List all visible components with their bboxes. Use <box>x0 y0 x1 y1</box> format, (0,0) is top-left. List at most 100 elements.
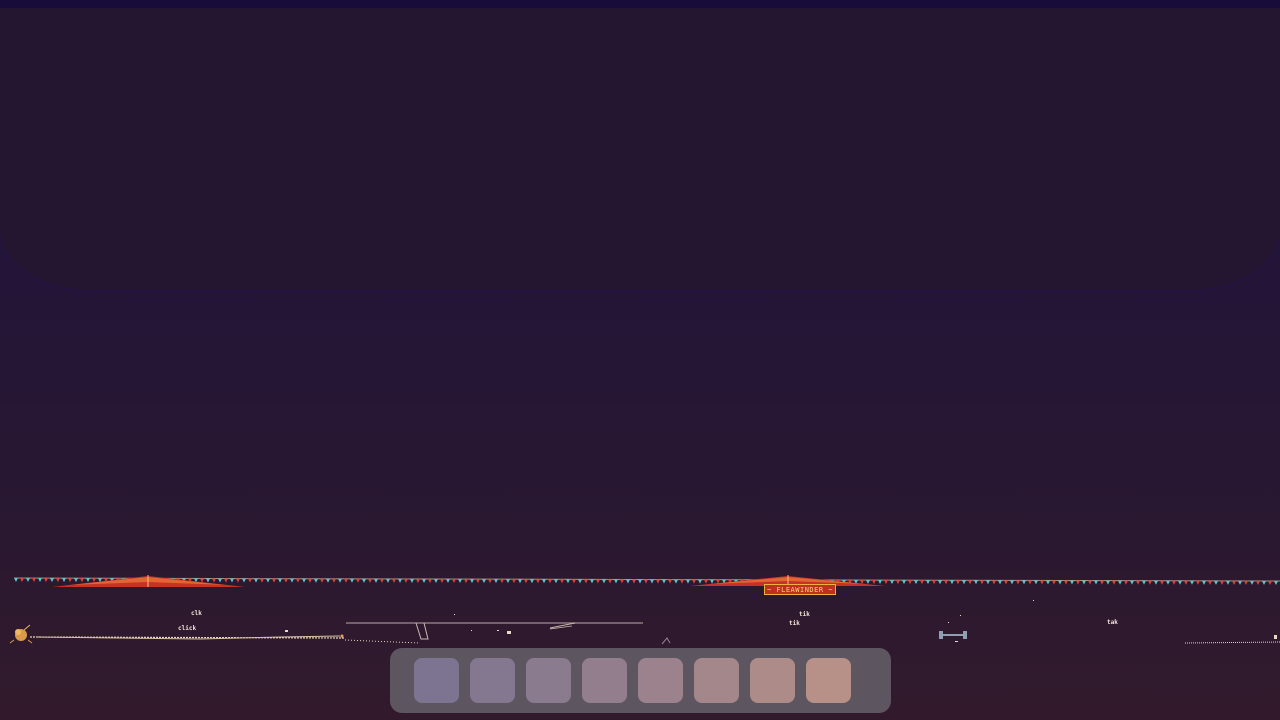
bunting-flag <box>1220 580 1224 585</box>
bunting-flag <box>548 579 552 584</box>
bunting-flag <box>1214 580 1218 585</box>
bunting-flag <box>302 578 306 583</box>
bunting-flag <box>1232 580 1236 585</box>
bunting-flag <box>644 579 648 584</box>
bunting-flag <box>1076 580 1080 585</box>
bunting-flag <box>200 578 204 583</box>
bunting-flag <box>1142 580 1146 585</box>
bunting-flag <box>1202 580 1206 585</box>
bunting-flag <box>608 579 612 584</box>
bunting-flag <box>506 579 510 584</box>
hotbar-slot-2[interactable] <box>470 658 515 703</box>
bunting-flag <box>20 578 24 583</box>
bunting-flag <box>1118 580 1122 585</box>
sound-effect-click: click <box>178 625 197 632</box>
bunting-flag <box>1274 580 1278 585</box>
sound-effect-tik: tik <box>799 611 810 618</box>
bunting-flag <box>1028 580 1032 585</box>
hotbar-slot-4[interactable] <box>582 658 627 703</box>
bunting-flag <box>446 579 450 584</box>
bunting-flag <box>410 578 414 583</box>
bunting-flag <box>398 578 402 583</box>
bunting-flag <box>464 579 468 584</box>
bunting-flag <box>920 580 924 585</box>
bunting-flag <box>242 578 246 583</box>
bunting-flag <box>1100 580 1104 585</box>
sound-effect-tak: tak <box>1107 619 1118 626</box>
bunting-flag <box>356 578 360 583</box>
bunting-flag <box>896 580 900 585</box>
bunting-flag <box>1148 580 1152 585</box>
bunting-flag <box>1238 580 1242 585</box>
bunting-flag <box>1112 580 1116 585</box>
dumbbell <box>939 631 967 639</box>
bunting-flag <box>962 580 966 585</box>
bunting-flag <box>92 578 96 583</box>
bunting-flag <box>206 578 210 583</box>
bunting-flag <box>44 578 48 583</box>
bunting-flag <box>950 580 954 585</box>
bunting-flag <box>1196 580 1200 585</box>
bunting-flag <box>308 578 312 583</box>
bunting-flag <box>692 579 696 584</box>
bunting-flag <box>566 579 570 584</box>
bunting-flag <box>1052 580 1056 585</box>
bunting-flag <box>530 579 534 584</box>
bunting-flag <box>1166 580 1170 585</box>
bunting-flag <box>344 578 348 583</box>
hotbar-slot-8[interactable] <box>806 658 851 703</box>
bunting-flag <box>260 578 264 583</box>
hotbar-slot-3[interactable] <box>526 658 571 703</box>
bunting-flag <box>32 578 36 583</box>
bunting-flag <box>488 579 492 584</box>
bunting-flag <box>380 578 384 583</box>
bunting-flag <box>1184 580 1188 585</box>
bunting-flag <box>476 579 480 584</box>
bunting-flag <box>50 578 54 583</box>
bunting-flag <box>686 579 690 584</box>
bunting-flag <box>710 579 714 584</box>
bunting-flag <box>1010 580 1014 585</box>
bunting-flag <box>518 579 522 584</box>
bunting-flag <box>1094 580 1098 585</box>
bunting-flag <box>1016 580 1020 585</box>
bunting-flag <box>458 579 462 584</box>
bunting-flag <box>674 579 678 584</box>
bunting-flag <box>578 579 582 584</box>
bunting-flag <box>908 580 912 585</box>
bunting-flag <box>1268 580 1272 585</box>
bunting-flag <box>638 579 642 584</box>
bunting-flag <box>1208 580 1212 585</box>
bunting-flag <box>404 578 408 583</box>
bunting-flag <box>626 579 630 584</box>
bunting-flag <box>968 580 972 585</box>
bunting-flag <box>218 578 222 583</box>
hotbar-slot-6[interactable] <box>694 658 739 703</box>
bunting-flag <box>368 578 372 583</box>
bunting-flag <box>554 579 558 584</box>
bunting-flag <box>434 578 438 583</box>
bunting-flag <box>1070 580 1074 585</box>
bunting-flag <box>698 579 702 584</box>
bunting-flag <box>668 579 672 584</box>
hotbar-slot-1[interactable] <box>414 658 459 703</box>
bunting-flag <box>650 579 654 584</box>
bunting-flag <box>224 578 228 583</box>
bunting-flag <box>14 578 18 582</box>
bunting-flag <box>62 578 66 583</box>
bunting-flag <box>1022 580 1026 585</box>
sound-effect-clk: clk <box>191 610 202 617</box>
bunting-flag <box>284 578 288 583</box>
scene-drawing <box>9 575 1280 645</box>
bunting-flag <box>1082 580 1086 585</box>
circus-scene <box>0 560 1280 655</box>
bunting-flag <box>500 579 504 584</box>
bunting-flag <box>572 579 576 584</box>
bunting-flag <box>338 578 342 583</box>
bunting-flag <box>452 579 456 584</box>
hotbar-slot-7[interactable] <box>750 658 795 703</box>
bunting-flag <box>974 580 978 585</box>
bunting-flag <box>1106 580 1110 585</box>
bunting-flag <box>872 580 876 585</box>
hotbar-slot-5[interactable] <box>638 658 683 703</box>
